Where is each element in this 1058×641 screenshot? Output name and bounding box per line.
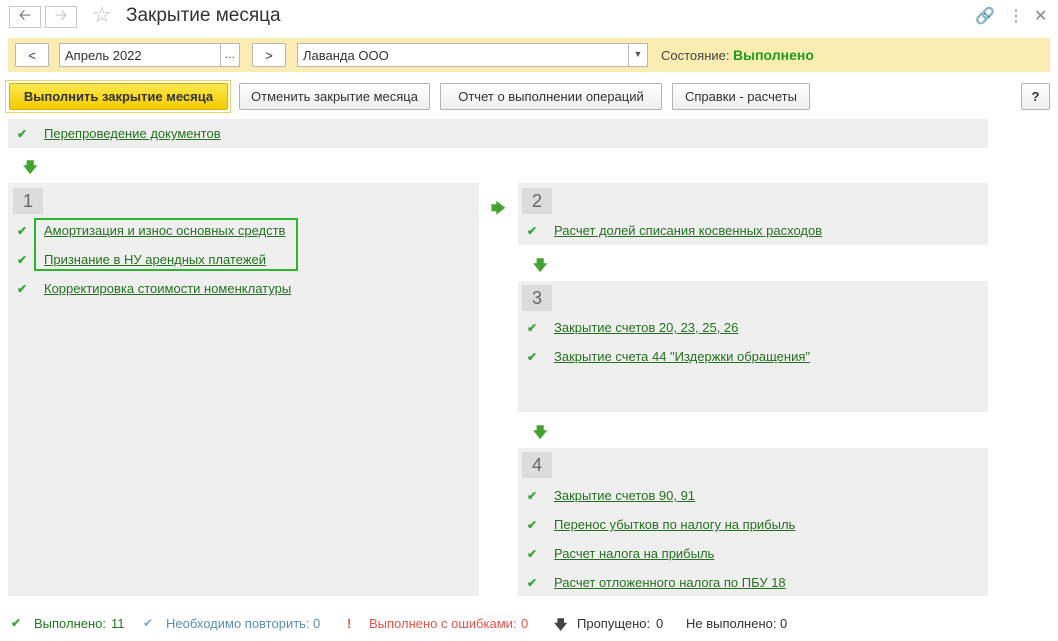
error-icon: ! <box>347 616 352 631</box>
check-icon: ✔ <box>527 224 538 238</box>
cancel-closing-button[interactable]: Отменить закрытие месяца <box>239 83 430 110</box>
repeat-check-icon: ✔ <box>143 616 154 630</box>
more-menu-icon[interactable]: ⋮ <box>1008 6 1024 26</box>
prev-period-button[interactable]: < <box>15 43 49 67</box>
step-number: 3 <box>522 285 552 311</box>
arrow-right-icon: 🡢 <box>54 6 68 24</box>
link-close-accounts-90-91[interactable]: Закрытие счетов 90, 91 <box>554 488 695 503</box>
link-income-tax[interactable]: Расчет налога на прибыль <box>554 546 714 561</box>
check-icon: ✔ <box>527 321 538 335</box>
skipped-value: 0 <box>656 616 664 631</box>
check-icon: ✔ <box>527 350 538 364</box>
check-icon: ✔ <box>17 253 28 267</box>
link-deferred-tax[interactable]: Расчет отложенного налога по ПБУ 18 <box>554 575 786 590</box>
check-icon: ✔ <box>527 489 538 503</box>
repeat-value: 0 <box>313 616 321 631</box>
check-icon: ✔ <box>17 224 28 238</box>
link-close-accounts-20-26[interactable]: Закрытие счетов 20, 23, 25, 26 <box>554 320 738 335</box>
organization-dropdown-button[interactable]: ▼ <box>628 43 648 67</box>
report-button[interactable]: Отчет о выполнении операций <box>440 83 662 110</box>
check-icon: ✔ <box>527 576 538 590</box>
back-button[interactable]: 🡠 <box>9 6 41 28</box>
arrow-down-icon: 🡇 <box>23 159 38 175</box>
next-period-button[interactable]: > <box>252 43 286 67</box>
period-input[interactable]: Апрель 2022 <box>59 43 221 67</box>
run-closing-button[interactable]: Выполнить закрытие месяца <box>9 83 228 110</box>
period-select-button[interactable]: ... <box>220 43 240 67</box>
link-icon[interactable]: 🔗 <box>975 6 995 26</box>
done-label: Выполнено: <box>34 616 107 631</box>
step-number: 2 <box>522 188 552 214</box>
arrow-down-icon: 🡇 <box>533 257 548 273</box>
chevron-down-icon: ▼ <box>633 49 643 59</box>
link-cost-adjustment[interactable]: Корректировка стоимости номенклатуры <box>44 281 291 296</box>
help-button[interactable]: ? <box>1021 83 1050 110</box>
organization-input[interactable]: Лаванда ООО <box>297 43 629 67</box>
highlight-box <box>34 218 298 271</box>
step-3-panel <box>518 281 988 412</box>
skipped-label: Пропущено: <box>577 616 651 631</box>
errors-label: Выполнено с ошибками: <box>369 616 517 631</box>
close-icon[interactable]: ✕ <box>1034 6 1047 26</box>
not-done-value: 0 <box>780 616 788 631</box>
not-done-label: Не выполнено: <box>686 616 777 631</box>
link-close-account-44[interactable]: Закрытие счета 44 "Издержки обращения" <box>554 349 810 364</box>
favorite-star-icon[interactable]: ☆ <box>92 2 112 28</box>
check-icon: ✔ <box>17 282 28 296</box>
check-icon: ✔ <box>527 518 538 532</box>
link-reposting-documents[interactable]: Перепроведение документов <box>44 126 221 141</box>
forward-button[interactable]: 🡢 <box>45 6 77 28</box>
references-button[interactable]: Справки - расчеты <box>672 83 810 110</box>
repeat-label: Необходимо повторить: <box>166 616 310 631</box>
done-value: 11 <box>111 616 125 631</box>
step-number: 4 <box>522 452 552 478</box>
state-value: Выполнено <box>733 47 814 63</box>
errors-value: 0 <box>521 616 529 631</box>
check-icon: ✔ <box>527 547 538 561</box>
link-loss-transfer[interactable]: Перенос убытков по налогу на прибыль <box>554 517 795 532</box>
link-indirect-costs[interactable]: Расчет долей списания косвенных расходов <box>554 223 822 238</box>
arrow-left-icon: 🡠 <box>18 6 32 24</box>
arrow-right-icon: 🡆 <box>491 200 506 216</box>
step-number: 1 <box>13 188 43 214</box>
check-icon: ✔ <box>17 127 28 141</box>
check-icon: ✔ <box>11 616 22 630</box>
skip-arrow-icon: 🡇 <box>554 617 568 632</box>
page-title: Закрытие месяца <box>126 5 281 26</box>
state-label: Состояние: <box>661 48 730 63</box>
arrow-down-icon: 🡇 <box>533 424 548 440</box>
